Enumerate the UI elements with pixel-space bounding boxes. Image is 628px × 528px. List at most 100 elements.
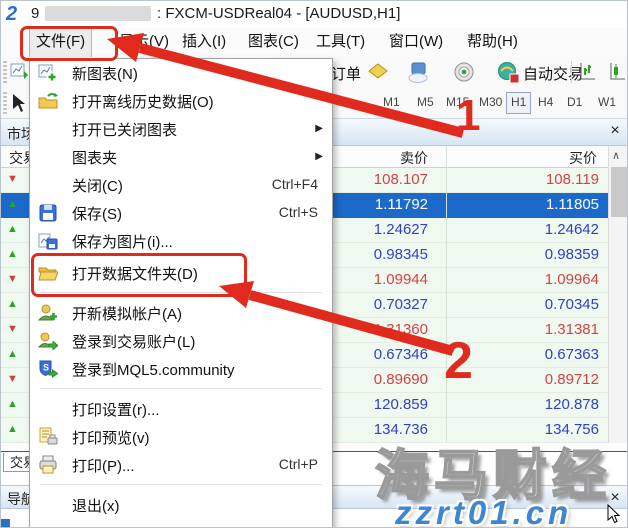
new-account-icon bbox=[38, 303, 58, 323]
sell-price: 0.89690 bbox=[374, 371, 428, 388]
menu-shortcut: Ctrl+F4 bbox=[272, 176, 318, 192]
tick-up-icon: ▲ bbox=[7, 248, 18, 260]
timeframe-m1[interactable]: M1 bbox=[379, 92, 404, 112]
timeframe-h4[interactable]: H4 bbox=[534, 92, 557, 112]
close-icon[interactable]: × bbox=[607, 122, 623, 140]
annotation-box-file-menu bbox=[20, 26, 118, 61]
account-number: 9 bbox=[31, 5, 39, 22]
new-order-icon[interactable] bbox=[367, 61, 389, 83]
buy-price: 0.67363 bbox=[545, 346, 599, 363]
menu-item-label: 打印设置(r)... bbox=[72, 399, 160, 420]
save-picture-icon bbox=[38, 231, 58, 251]
timeframe-d1[interactable]: D1 bbox=[563, 92, 586, 112]
mql5-icon: S bbox=[38, 359, 58, 379]
menu-shortcut: Ctrl+S bbox=[279, 204, 318, 220]
sell-price: 1.09944 bbox=[374, 271, 428, 288]
annotation-step-1: 1 bbox=[456, 91, 480, 141]
menu-charts[interactable]: 图表(C) bbox=[248, 28, 299, 56]
menu-item-label: 新图表(N) bbox=[72, 63, 138, 84]
symbol-combo-dropdown-icon[interactable]: ▼ bbox=[345, 100, 353, 109]
menu-help[interactable]: 帮助(H) bbox=[467, 28, 518, 56]
autotrading-button[interactable]: 自动交易 bbox=[523, 63, 583, 84]
cursor-tool-icon[interactable] bbox=[10, 93, 28, 113]
menu-item-login-mql5[interactable]: S 登录到MQL5.community bbox=[30, 355, 332, 383]
mouse-cursor bbox=[606, 504, 622, 524]
menu-window[interactable]: 窗口(W) bbox=[389, 28, 443, 56]
tick-up-icon: ▲ bbox=[7, 298, 18, 310]
annotation-box-open-data-folder bbox=[31, 253, 247, 297]
menu-item-save-as-picture[interactable]: 保存为图片(i)... bbox=[30, 227, 332, 255]
new-chart-toolbar-icon[interactable] bbox=[10, 61, 30, 81]
tick-up-icon: ▲ bbox=[7, 348, 18, 360]
menu-item-label: 保存为图片(i)... bbox=[72, 231, 173, 252]
autotrading-icon[interactable] bbox=[497, 61, 521, 84]
menu-item-close[interactable]: 关闭(C) Ctrl+F4 bbox=[30, 171, 332, 199]
menu-separator bbox=[30, 383, 332, 395]
scrollbar-thumb[interactable] bbox=[611, 167, 627, 217]
sell-price: 120.859 bbox=[374, 396, 428, 413]
tick-up-icon: ▲ bbox=[7, 223, 18, 235]
menu-item-label: 登录到MQL5.community bbox=[72, 359, 235, 380]
timeframe-w1[interactable]: W1 bbox=[594, 92, 620, 112]
menu-shortcut: Ctrl+P bbox=[279, 456, 318, 472]
sell-price: 108.107 bbox=[374, 171, 428, 188]
print-preview-icon bbox=[38, 427, 58, 447]
buy-price: 1.24642 bbox=[545, 221, 599, 238]
menu-item-exit[interactable]: 退出(x) bbox=[30, 491, 332, 519]
menu-item-print[interactable]: 打印(P)... Ctrl+P bbox=[30, 451, 332, 479]
sell-price: 0.70327 bbox=[374, 296, 428, 313]
toolbar-grip[interactable] bbox=[3, 61, 7, 83]
scroll-up-icon[interactable]: ∧ bbox=[612, 149, 620, 162]
save-icon bbox=[38, 203, 58, 223]
column-sell[interactable]: 卖价 bbox=[400, 148, 428, 168]
login-account-icon bbox=[38, 331, 58, 351]
buy-price: 1.11805 bbox=[546, 196, 599, 213]
menu-item-label: 登录到交易账户(L) bbox=[72, 331, 195, 352]
tick-up-icon: ▲ bbox=[7, 423, 18, 435]
new-order-button[interactable]: 订单 bbox=[331, 63, 361, 84]
column-divider bbox=[446, 146, 447, 443]
watermark-url: zzrt01.cn bbox=[395, 494, 572, 528]
menu-item-profiles[interactable]: 图表夹 ▶ bbox=[30, 143, 332, 171]
window-title: : FXCM-USDReal04 - [AUDUSD,H1] bbox=[157, 5, 400, 22]
sell-price: 0.67346 bbox=[374, 346, 428, 363]
navigator-selected-item[interactable] bbox=[1, 519, 10, 528]
annotation-step-2: 2 bbox=[444, 331, 473, 391]
mt4-logo-icon: 2 bbox=[6, 3, 17, 26]
market-target-icon[interactable] bbox=[453, 61, 475, 83]
metaeditor-icon[interactable] bbox=[407, 61, 431, 83]
menu-view[interactable]: 显示(V) bbox=[119, 28, 169, 56]
buy-price: 0.98359 bbox=[545, 246, 599, 263]
timeframe-h1[interactable]: H1 bbox=[506, 92, 531, 114]
menu-item-label: 打印预览(v) bbox=[72, 427, 150, 448]
buy-price: 108.119 bbox=[546, 171, 599, 188]
tick-up-icon: ▲ bbox=[7, 398, 18, 410]
sell-price: 1.31360 bbox=[374, 321, 428, 338]
print-icon bbox=[38, 455, 58, 475]
mt4-window: 2 9 : FXCM-USDReal04 - [AUDUSD,H1] 文件(F)… bbox=[0, 0, 628, 528]
menu-item-login-trade-account[interactable]: 登录到交易账户(L) bbox=[30, 327, 332, 355]
buy-price: 0.70345 bbox=[545, 296, 599, 313]
menu-item-label: 图表夹 bbox=[72, 147, 117, 168]
column-buy[interactable]: 买价 bbox=[569, 148, 597, 168]
menu-item-open-offline[interactable]: 打开离线历史数据(O) bbox=[30, 87, 332, 115]
menu-item-save[interactable]: 保存(S) Ctrl+S bbox=[30, 199, 332, 227]
menu-item-label: 退出(x) bbox=[72, 495, 120, 516]
toolbar-grip[interactable] bbox=[3, 92, 7, 114]
svg-text:S: S bbox=[43, 363, 49, 373]
menu-item-print-setup[interactable]: 打印设置(r)... bbox=[30, 395, 332, 423]
menu-item-new-chart[interactable]: 新图表(N) bbox=[30, 59, 332, 87]
buy-price: 0.89712 bbox=[545, 371, 599, 388]
tick-up-icon: ▲ bbox=[7, 198, 18, 210]
menu-item-open-closed-charts[interactable]: 打开已关闭图表 ▶ bbox=[30, 115, 332, 143]
menu-tools[interactable]: 工具(T) bbox=[316, 28, 365, 56]
menu-insert[interactable]: 插入(I) bbox=[182, 28, 226, 56]
menu-item-print-preview[interactable]: 打印预览(v) bbox=[30, 423, 332, 451]
menu-item-label: 打印(P)... bbox=[72, 455, 135, 476]
candlestick-type-icon[interactable] bbox=[607, 61, 627, 83]
menu-item-open-demo-account[interactable]: 开新模拟帐户(A) bbox=[30, 299, 332, 327]
redacted-account-blur bbox=[45, 6, 151, 21]
menu-item-label: 保存(S) bbox=[72, 203, 122, 224]
bar-chart-type-icon[interactable] bbox=[577, 61, 597, 83]
timeframe-m5[interactable]: M5 bbox=[413, 92, 438, 112]
